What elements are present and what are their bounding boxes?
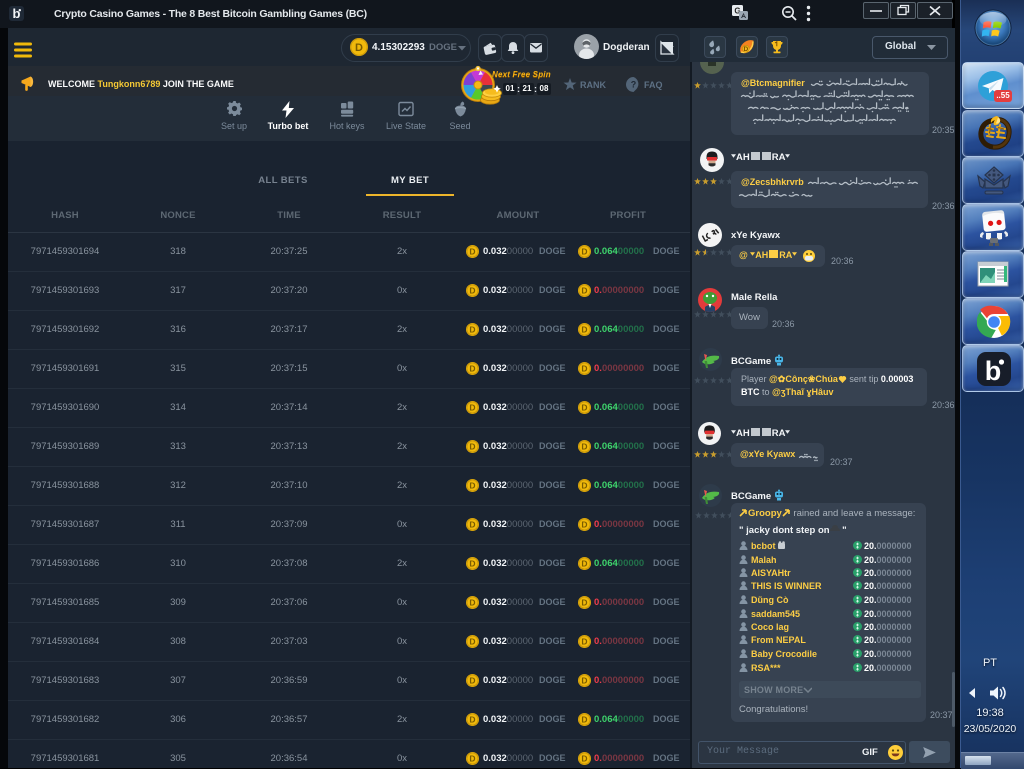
svg-text:D: D: [469, 637, 475, 647]
svg-text:D: D: [581, 364, 587, 374]
svg-text:D: D: [743, 46, 748, 53]
svg-text:D: D: [469, 442, 475, 452]
svg-text:D: D: [355, 42, 363, 54]
svg-text:D: D: [581, 442, 587, 452]
svg-text:D: D: [469, 325, 475, 335]
svg-text:D: D: [581, 286, 587, 296]
svg-text:D: D: [581, 715, 587, 725]
svg-text:D: D: [469, 481, 475, 491]
svg-text:D: D: [469, 598, 475, 608]
svg-text:D: D: [469, 364, 475, 374]
svg-text:D: D: [469, 286, 475, 296]
svg-text:b: b: [13, 6, 21, 21]
svg-text:D: D: [469, 520, 475, 530]
svg-text:D: D: [581, 520, 587, 530]
svg-text:D: D: [581, 598, 587, 608]
svg-text:D: D: [469, 559, 475, 569]
svg-text:D: D: [469, 715, 475, 725]
svg-text:?: ?: [631, 80, 637, 90]
svg-text:D: D: [581, 247, 587, 257]
svg-text:D: D: [469, 247, 475, 257]
svg-text:D: D: [581, 754, 587, 764]
svg-text:D: D: [581, 559, 587, 569]
svg-text:b: b: [985, 356, 1002, 386]
svg-text:D: D: [581, 676, 587, 686]
svg-text:D: D: [469, 754, 475, 764]
svg-text:D: D: [581, 403, 587, 413]
svg-text:D: D: [469, 403, 475, 413]
svg-text:D: D: [581, 481, 587, 491]
svg-text:D: D: [581, 325, 587, 335]
svg-text:D: D: [469, 676, 475, 686]
svg-text:D: D: [581, 637, 587, 647]
